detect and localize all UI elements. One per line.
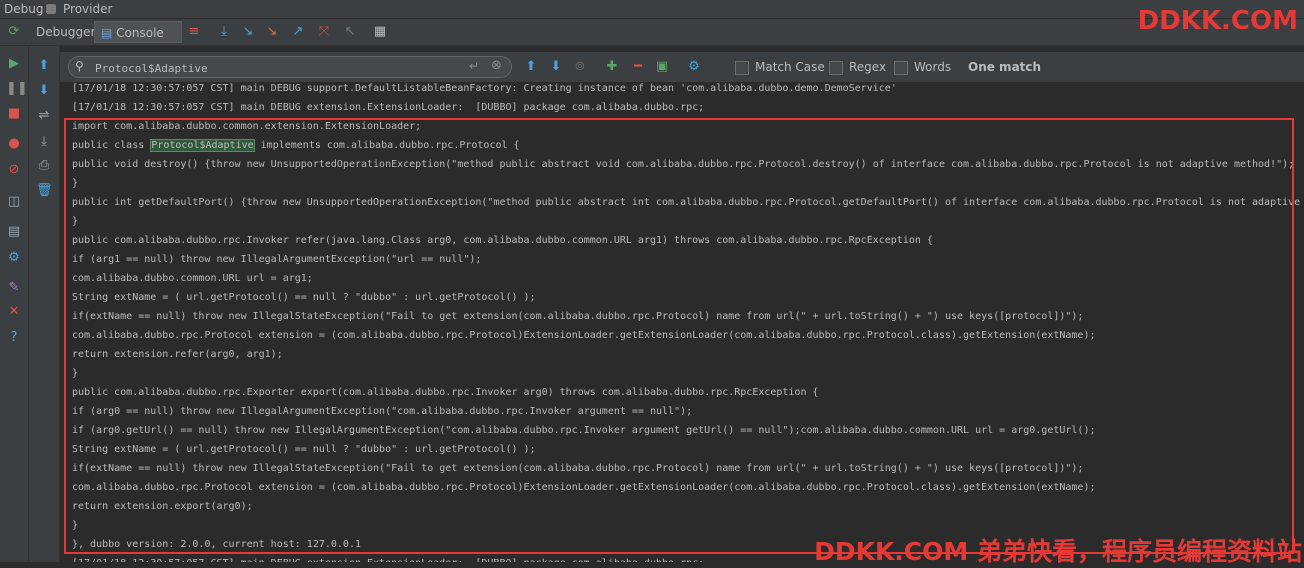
console-line: com.alibaba.dubbo.common.URL url = arg1; — [72, 273, 313, 284]
debug-toolbar: ⟳ Debugger ▤ Console →* ≡ ⤓ ↘ ↘ ↗ ⤧ ↖ ▦ — [0, 19, 1304, 62]
search-field-container: ⚲ ↵ ⊗ — [68, 56, 512, 78]
run-to-cursor-icon[interactable]: ↖ — [342, 24, 358, 40]
match-case-label: Match Case — [755, 60, 825, 74]
console-line: if (arg0 == null) throw new IllegalArgum… — [72, 406, 693, 417]
console-line: public int getDefaultPort() {throw new U… — [72, 197, 1304, 208]
console-line: } — [72, 178, 79, 189]
console-line: public void destroy() {throw new Unsuppo… — [72, 159, 1295, 170]
select-all-occurrences-icon[interactable]: ▣ — [654, 59, 670, 75]
previous-occurrence-icon[interactable]: ⬆ — [523, 59, 539, 75]
tab-debugger[interactable]: Debugger — [30, 21, 101, 43]
settings-gear-icon[interactable]: ⚙ — [6, 250, 22, 266]
console-output[interactable]: [17/01/18 12:30:57:057 CST] main DEBUG s… — [60, 82, 1304, 562]
regex-checkbox[interactable] — [829, 61, 843, 75]
search-result-count: One match — [968, 60, 1042, 74]
up-stack-icon[interactable]: ⬆ — [36, 58, 52, 74]
pin-icon[interactable]: ✎ — [6, 280, 22, 296]
search-match-highlight: Protocol$Adaptive — [150, 139, 255, 152]
scroll-to-end-icon[interactable]: ⤓ — [36, 134, 52, 150]
console-line: } — [72, 216, 79, 227]
console-line: public com.alibaba.dubbo.rpc.Invoker ref… — [72, 235, 933, 246]
get-thread-dump-icon[interactable]: ◫ — [6, 194, 22, 210]
print-icon[interactable]: ⎙ — [36, 158, 52, 174]
search-settings-icon[interactable]: ⚙ — [686, 59, 702, 75]
soft-wrap-icon[interactable]: ⇌ — [36, 108, 52, 124]
restore-layout-icon[interactable]: ▤ — [6, 224, 22, 240]
console-line: String extName = ( url.getProtocol() == … — [72, 444, 536, 455]
console-line: [17/01/18 12:30:57:057 CST] main DEBUG e… — [72, 554, 704, 562]
watermark-top: DDKK.COM — [1137, 6, 1298, 36]
show-execution-point-icon[interactable]: ≡ — [186, 24, 202, 40]
console-line: }, dubbo version: 2.0.0, current host: 1… — [72, 539, 361, 550]
console-line: [17/01/18 12:30:57:057 CST] main DEBUG s… — [72, 83, 897, 94]
console-line: if(extName == null) throw new IllegalSta… — [72, 311, 1084, 322]
remove-occurrence-icon[interactable]: ━ — [630, 59, 646, 75]
mute-breakpoints-icon[interactable]: ⊘ — [6, 162, 22, 178]
enter-icon: ↵ — [469, 59, 480, 73]
search-history-icon[interactable]: ⚲ — [75, 59, 84, 73]
console-line: [17/01/18 12:30:57:057 CST] main DEBUG e… — [72, 102, 705, 113]
config-icon — [46, 0, 56, 18]
clear-all-icon[interactable]: 🗑 — [36, 183, 53, 199]
stop-icon[interactable]: ■ — [6, 106, 22, 122]
console-line: } — [72, 520, 79, 531]
pause-icon[interactable]: ❚❚ — [6, 81, 28, 97]
console-line: return extension.refer(arg0, arg1); — [72, 349, 283, 360]
console-line: } — [72, 368, 79, 379]
run-config-label[interactable]: Provider — [63, 0, 112, 18]
title-bar: Debug Provider — [0, 0, 1304, 19]
step-out-icon[interactable]: ↗ — [290, 24, 306, 40]
tab-console[interactable]: ▤ Console →* — [94, 21, 182, 62]
words-label: Words — [914, 60, 952, 74]
debug-actions-bar: ▶ ❚❚ ■ ● ⊘ ◫ ▤ ⚙ ✎ ✕ ? — [0, 46, 29, 562]
console-line: if (arg1 == null) throw new IllegalArgum… — [72, 254, 482, 265]
resume-icon[interactable]: ▶ — [6, 56, 22, 72]
find-all-icon[interactable]: ⊚ — [572, 59, 588, 75]
console-actions-bar: ⬆ ⬇ ⇌ ⤓ ⎙ 🗑 — [29, 46, 60, 562]
console-line: com.alibaba.dubbo.rpc.Protocol extension… — [72, 482, 1096, 493]
debug-window-label: Debug — [4, 2, 44, 16]
help-icon[interactable]: ? — [6, 330, 22, 346]
drop-frame-icon[interactable]: ⤧ — [316, 24, 332, 40]
down-stack-icon[interactable]: ⬇ — [36, 83, 52, 99]
console-line: return extension.export(arg0); — [72, 501, 253, 512]
console-line-highlighted: public class Protocol$Adaptive implement… — [72, 139, 520, 152]
regex-label: Regex — [849, 60, 887, 74]
step-over-icon[interactable]: ⤓ — [216, 24, 232, 40]
add-occurrence-icon[interactable]: ✚ — [604, 59, 620, 75]
words-checkbox[interactable] — [894, 61, 908, 75]
clear-search-icon[interactable]: ⊗ — [491, 58, 502, 73]
rerun-icon[interactable]: ⟳ — [6, 24, 22, 40]
force-step-into-icon[interactable]: ↘ — [264, 24, 280, 40]
next-occurrence-icon[interactable]: ⬇ — [548, 59, 564, 75]
search-input[interactable] — [93, 59, 457, 77]
console-search-bar: ⚲ ↵ ⊗ ⬆ ⬇ ⊚ ✚ ━ ▣ ⚙ Match Case Regex Wor… — [60, 52, 1304, 82]
console-icon: ▤ — [101, 26, 113, 40]
console-line: public com.alibaba.dubbo.rpc.Exporter ex… — [72, 387, 819, 398]
match-case-checkbox[interactable] — [735, 61, 749, 75]
console-line: if (arg0.getUrl() == null) throw new Ill… — [72, 425, 1096, 436]
tab-console-label: Console — [116, 26, 164, 40]
step-into-icon[interactable]: ↘ — [240, 24, 256, 40]
console-line: import com.alibaba.dubbo.common.extensio… — [72, 121, 422, 132]
console-line: com.alibaba.dubbo.rpc.Protocol extension… — [72, 330, 1096, 341]
evaluate-expression-icon[interactable]: ▦ — [372, 24, 388, 40]
console-line: String extName = ( url.getProtocol() == … — [72, 292, 536, 303]
console-line: if(extName == null) throw new IllegalSta… — [72, 463, 1084, 474]
view-breakpoints-icon[interactable]: ● — [6, 136, 22, 152]
close-icon[interactable]: ✕ — [6, 304, 22, 320]
watermark-bottom: DDKK.COM 弟弟快看，程序员编程资料站 — [814, 537, 1302, 566]
